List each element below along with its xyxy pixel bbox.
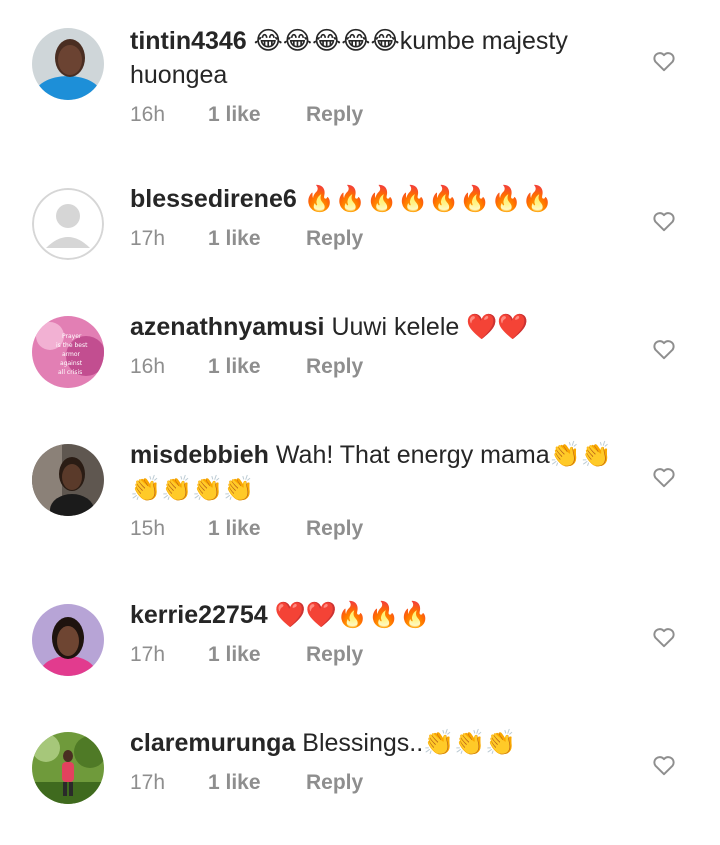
heart-outline-icon[interactable] (651, 208, 677, 234)
avatar-caption: against (60, 360, 83, 367)
comment-meta: 17h 1 like Reply (130, 224, 630, 254)
comment-meta: 17h 1 like Reply (130, 640, 630, 670)
comment-username[interactable]: claremurunga (130, 729, 295, 757)
comment-text: tintin4346 😂😂😂😂😂kumbe majesty huongea (130, 24, 630, 92)
comment-timestamp[interactable]: 17h (130, 643, 208, 667)
comment-likes-count[interactable]: 1 like (208, 355, 306, 379)
heart-outline-icon[interactable] (651, 48, 677, 74)
comment-text: misdebbieh Wah! That energy mama👏👏👏👏👏👏 (130, 438, 630, 506)
reply-button[interactable]: Reply (306, 771, 363, 795)
heart-outline-icon[interactable] (651, 752, 677, 778)
avatar[interactable] (32, 28, 104, 100)
comment-timestamp[interactable]: 17h (130, 771, 208, 795)
heart-outline-icon[interactable] (651, 336, 677, 362)
comment-likes-count[interactable]: 1 like (208, 643, 306, 667)
comment-timestamp[interactable]: 16h (130, 103, 208, 127)
avatar[interactable] (32, 604, 104, 676)
reply-button[interactable]: Reply (306, 103, 363, 127)
comment-message: ❤️❤️🔥🔥🔥 (267, 601, 431, 629)
comment-message: 🔥🔥🔥🔥🔥🔥🔥🔥 (296, 185, 553, 213)
comment-username[interactable]: tintin4346 (130, 27, 247, 55)
comment-username[interactable]: azenathnyamusi (130, 313, 325, 341)
heart-outline-icon[interactable] (651, 464, 677, 490)
comment-meta: 16h 1 like Reply (130, 352, 630, 382)
comment-likes-count[interactable]: 1 like (208, 771, 306, 795)
comment-text: azenathnyamusi Uuwi kelele ❤️❤️ (130, 310, 630, 344)
reply-button[interactable]: Reply (306, 643, 363, 667)
comment-meta: 17h 1 like Reply (130, 768, 630, 798)
comment-message: Uuwi kelele ❤️❤️ (324, 313, 529, 341)
heart-outline-icon[interactable] (651, 624, 677, 650)
avatar-caption: is the best (56, 342, 88, 349)
reply-button[interactable]: Reply (306, 227, 363, 251)
reply-button[interactable]: Reply (306, 517, 363, 541)
avatar[interactable] (32, 732, 104, 804)
comment-likes-count[interactable]: 1 like (208, 103, 306, 127)
avatar[interactable] (32, 188, 104, 260)
avatar-caption: Prayer (62, 333, 82, 340)
comment-username[interactable]: misdebbieh (130, 441, 269, 469)
avatar-caption: all crisis (58, 369, 82, 376)
comment-likes-count[interactable]: 1 like (208, 517, 306, 541)
comment-message: Blessings..👏👏👏 (295, 729, 517, 757)
comment-text: blessedirene6 🔥🔥🔥🔥🔥🔥🔥🔥 (130, 182, 630, 216)
comment-username[interactable]: blessedirene6 (130, 185, 297, 213)
comment-meta: 15h 1 like Reply (130, 514, 630, 544)
avatar[interactable] (32, 444, 104, 516)
comment-timestamp[interactable]: 15h (130, 517, 208, 541)
avatar-caption: armor (62, 351, 81, 358)
comment-text: kerrie22754 ❤️❤️🔥🔥🔥 (130, 598, 630, 632)
reply-button[interactable]: Reply (306, 355, 363, 379)
comment-username[interactable]: kerrie22754 (130, 601, 268, 629)
comment-timestamp[interactable]: 17h (130, 227, 208, 251)
comment-text: claremurunga Blessings..👏👏👏 (130, 726, 630, 760)
avatar[interactable]: Prayer is the best armor against all cri… (32, 316, 104, 388)
comment-meta: 16h 1 like Reply (130, 100, 630, 130)
comment-timestamp[interactable]: 16h (130, 355, 208, 379)
comment-likes-count[interactable]: 1 like (208, 227, 306, 251)
